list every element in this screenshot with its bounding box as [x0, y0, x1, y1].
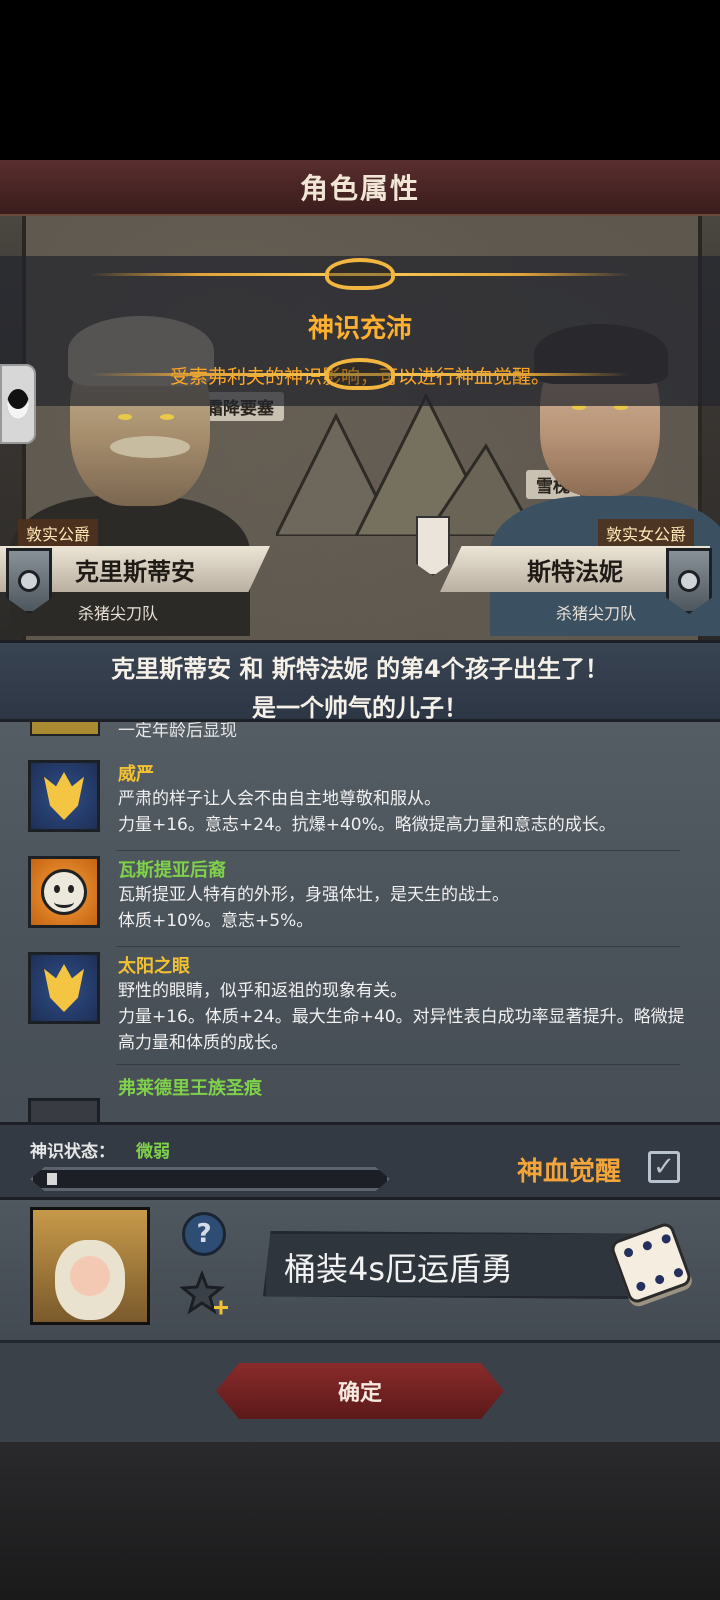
birth-line-2: 是一个帅气的儿子！: [252, 694, 468, 722]
trait-description: 瓦斯提亚人特有的外形，身强体壮，是天生的战士。 体质+10%。意志+5%。: [118, 882, 688, 934]
banner-flag-icon: [416, 516, 450, 576]
birth-line-1: 克里斯蒂安 和 斯特法妮 的第4个孩子出生了！: [111, 655, 609, 683]
child-row: ? 桶装4s厄运盾勇: [0, 1200, 720, 1340]
add-favorite-star-icon[interactable]: [180, 1270, 230, 1320]
bottom-area: [0, 1442, 720, 1600]
birth-announcement: 克里斯蒂安 和 斯特法妮 的第4个孩子出生了！ 是一个帅气的儿子！: [0, 640, 720, 722]
help-icon[interactable]: ?: [182, 1212, 226, 1256]
trait-list[interactable]: 一定年龄后显现 威严 严肃的样子让人会不由自主地尊敬和服从。 力量+16。意志+…: [0, 722, 720, 1122]
father-rank: 敦实公爵: [18, 519, 99, 547]
footer: 确定: [0, 1340, 720, 1442]
top-black-area: [0, 0, 720, 160]
ornament-bottom: [0, 356, 720, 392]
baby-illustration: [55, 1240, 125, 1320]
awaken-checkbox[interactable]: ✓: [648, 1151, 680, 1183]
ornament-top: [0, 256, 720, 292]
divider: [116, 946, 680, 947]
crown-icon: [28, 760, 100, 832]
sun-face-icon: [28, 856, 100, 928]
status-value: 微弱: [136, 1142, 170, 1162]
trait-description: 严肃的样子让人会不由自主地尊敬和服从。 力量+16。意志+24。抗爆+40%。略…: [118, 786, 688, 838]
progress-fill: [47, 1173, 58, 1185]
trait-desc-line: 严肃的样子让人会不由自主地尊敬和服从。: [118, 789, 441, 809]
qq-side-tab[interactable]: [0, 364, 36, 444]
child-name-field[interactable]: 桶装4s厄运盾勇: [263, 1231, 643, 1299]
trait-name: 太阳之眼: [118, 956, 190, 977]
banner-title: 神识充沛: [307, 314, 412, 344]
trait-desc-line: 野性的眼睛，似乎和返祖的现象有关。: [118, 981, 407, 1001]
trait-partial-text: 一定年龄后显现: [118, 722, 237, 741]
title-bar: 角色属性: [0, 160, 720, 216]
trait-name: 威严: [118, 764, 154, 785]
father-name: 克里斯蒂安: [75, 557, 195, 586]
father-squad: 杀猪尖刀队: [78, 604, 159, 623]
status-label: 神识状态：: [30, 1142, 115, 1162]
divider: [116, 850, 680, 851]
trait-effect-line: 力量+16。意志+24。抗爆+40%。略微提高力量和意志的成长。: [118, 815, 616, 835]
trait-effect-line: 力量+16。体质+24。最大生命+40。对异性表白成功率显著提升。略微提高力量和…: [118, 1007, 685, 1053]
trait-name: 瓦斯提亚后裔: [118, 860, 226, 881]
mother-squad: 杀猪尖刀队: [556, 604, 637, 623]
trait-desc-line: 瓦斯提亚人特有的外形，身强体壮，是天生的战士。: [118, 885, 509, 905]
divine-progress-bar: [30, 1167, 390, 1191]
confirm-button[interactable]: 确定: [216, 1363, 504, 1419]
crown-icon: [28, 952, 100, 1024]
trait-icon-partial: [28, 1098, 100, 1122]
mother-rank: 敦实女公爵: [598, 519, 695, 547]
divider: [116, 1064, 680, 1065]
trait-name: 弗莱德里王族圣痕: [118, 1078, 262, 1099]
trait-description: 野性的眼睛，似乎和返祖的现象有关。 力量+16。体质+24。最大生命+40。对异…: [118, 978, 688, 1056]
penguin-icon: [7, 389, 29, 419]
child-portrait: [30, 1207, 150, 1325]
trait-icon-partial: [30, 722, 100, 736]
parents-scene: 霜降要塞 雪槐 神识充沛 受索弗利夫的神识影响，可以进行神血觉醒。 敦实公爵 敦…: [0, 216, 720, 640]
divine-status-bar: 神识状态： 微弱 神血觉醒 ✓: [0, 1122, 720, 1200]
awaken-label: 神血觉醒: [517, 1157, 622, 1187]
page-title: 角色属性: [299, 172, 420, 205]
mother-name: 斯特法妮: [527, 557, 623, 586]
trait-effect-line: 体质+10%。意志+5%。: [118, 911, 314, 931]
